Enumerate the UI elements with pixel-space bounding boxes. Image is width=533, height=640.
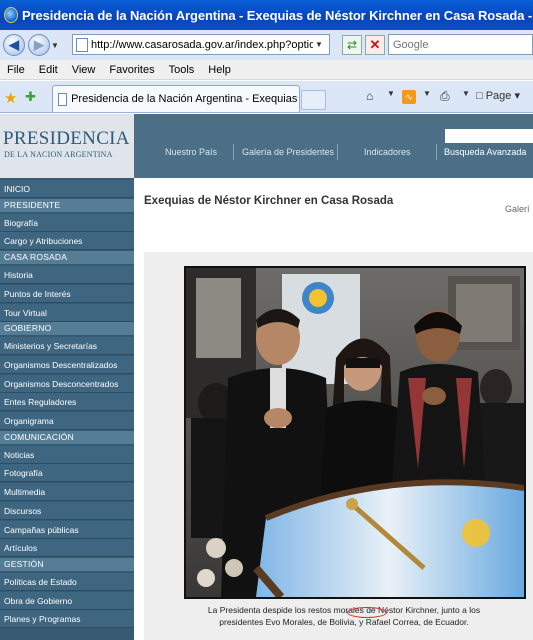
tab-title: Presidencia de la Nación Argentina - Exe… [71, 93, 299, 105]
logo-title: PRESIDENCIA [3, 128, 130, 149]
site-header: PRESIDENCIA DE LA NACION ARGENTINA Nuest… [0, 114, 533, 178]
logo-subtitle: DE LA NACION ARGENTINA [4, 150, 113, 159]
nav-divider [436, 144, 437, 160]
tab-page-icon [58, 92, 68, 106]
sidebar-item-politicas-de-estado[interactable]: Políticas de Estado [0, 572, 134, 591]
feeds-icon[interactable]: ∿ [402, 90, 416, 104]
menu-tools[interactable]: Tools [162, 64, 202, 76]
sidebar-item-organismos-descentralizados[interactable]: Organismos Descentralizados [0, 355, 134, 374]
tab-active[interactable]: Presidencia de la Nación Argentina - Exe… [52, 85, 300, 112]
photo-panel: La Presidenta despide los restos morales… [144, 252, 533, 640]
nav-indicadores[interactable]: Indicadores [364, 147, 411, 157]
back-button[interactable]: ◀ [3, 34, 25, 56]
nav-nuestro-pais[interactable]: Nuestro País [165, 147, 217, 157]
menu-bar: File Edit View Favorites Tools Help [0, 60, 533, 80]
home-dropdown-icon[interactable]: ▼ [387, 89, 395, 98]
sidebar-item-ministerios-y-secretarias[interactable]: Ministerios y Secretarías [0, 337, 134, 356]
photo-caption: La Presidenta despide los restos morales… [164, 604, 524, 628]
sidebar-item-cargo-y-atribuciones[interactable]: Cargo y Atribuciones [0, 232, 134, 251]
sidebar-section-presidente: PRESIDENTE [0, 198, 134, 212]
funeral-photo[interactable] [184, 266, 526, 599]
sidebar-item-discursos[interactable]: Discursos [0, 501, 134, 520]
main-content: Exequias de Néstor Kirchner en Casa Rosa… [134, 178, 533, 640]
sidebar-item-multimedia[interactable]: Multimedia [0, 483, 134, 502]
sidebar-item-entes-reguladores[interactable]: Entes Reguladores [0, 393, 134, 412]
url-text[interactable]: http://www.casarosada.gov.ar/index.php?o… [91, 39, 313, 51]
sidebar-section-gestion: GESTIÓN [0, 557, 134, 571]
address-toolbar: ◀ ▶ ▼ http://www.casarosada.gov.ar/index… [0, 30, 533, 60]
nav-divider [233, 144, 234, 160]
nav-busqueda-avanzada[interactable]: Busqueda Avanzada [444, 147, 526, 157]
sidebar-item-historia[interactable]: Historia [0, 266, 134, 285]
sidebar-item-inicio[interactable]: INICIO [0, 180, 134, 198]
menu-edit[interactable]: Edit [32, 64, 65, 76]
caption-line-1: La Presidenta despide los restos morales… [207, 605, 481, 615]
sidebar-item-fotografia[interactable]: Fotografía [0, 464, 134, 483]
forward-button[interactable]: ▶ [28, 34, 50, 56]
tab-bar: ★ ✚ Presidencia de la Nación Argentina -… [0, 81, 533, 113]
sidebar-item-tour-virtual[interactable]: Tour Virtual [0, 303, 134, 322]
search-input[interactable] [389, 35, 532, 54]
address-bar[interactable]: http://www.casarosada.gov.ar/index.php?o… [72, 34, 330, 55]
internet-explorer-icon [4, 7, 18, 23]
page-menu-label: Page [485, 90, 512, 102]
sidebar-item-biografia[interactable]: Biografía [0, 213, 134, 232]
home-icon[interactable]: ⌂ [366, 89, 373, 103]
site-logo[interactable]: PRESIDENCIA DE LA NACION ARGENTINA [0, 114, 134, 178]
funeral-photo-illustration [186, 268, 524, 597]
menu-file[interactable]: File [0, 64, 32, 76]
sidebar-item-puntos-de-interes[interactable]: Puntos de Interés [0, 284, 134, 303]
nav-divider [337, 144, 338, 160]
caption-line-2: presidentes Evo Morales, de Bolivia, y R… [219, 617, 469, 627]
sidebar-item-articulos[interactable]: Artículos [0, 539, 134, 558]
sidebar-item-campanas-publicas[interactable]: Campañas públicas [0, 520, 134, 539]
sidebar-item-planes-y-programas[interactable]: Planes y Programas [0, 610, 134, 629]
sidebar-item-organigrama[interactable]: Organigrama [0, 412, 134, 430]
add-favorites-icon[interactable]: ✚ [25, 89, 36, 105]
print-icon[interactable]: ⎙ [440, 89, 450, 104]
highlight-annotation [347, 607, 387, 618]
menu-view[interactable]: View [65, 64, 103, 76]
sidebar-section-gobierno: GOBIERNO [0, 322, 134, 336]
feeds-dropdown-icon[interactable]: ▼ [423, 89, 431, 98]
favorites-star-icon[interactable]: ★ [4, 89, 17, 107]
sidebar-item-organismos-desconcentrados[interactable]: Organismos Desconcentrados [0, 374, 134, 393]
nav-galeria-presidentes[interactable]: Galería de Presidentes [242, 147, 334, 157]
window-titlebar: Presidencia de la Nación Argentina - Exe… [0, 0, 533, 30]
sidebar-item-obra-de-gobierno[interactable]: Obra de Gobierno [0, 591, 134, 610]
menu-favorites[interactable]: Favorites [102, 64, 161, 76]
print-dropdown-icon[interactable]: ▼ [462, 89, 470, 98]
sidebar-item-noticias[interactable]: Noticias [0, 445, 134, 464]
sidebar-section-casa-rosada: CASA ROSADA [0, 251, 134, 265]
history-dropdown-icon[interactable]: ▼ [50, 34, 60, 56]
article-title: Exequias de Néstor Kirchner en Casa Rosa… [144, 195, 394, 207]
page-menu-button[interactable]: □ Page ▾ [476, 89, 520, 102]
menu-help[interactable]: Help [201, 64, 238, 76]
page-icon [76, 37, 88, 52]
sidebar-section-comunicacion: COMUNICACIÓN [0, 430, 134, 444]
sidebar-menu: INICIO PRESIDENTE Biografía Cargo y Atribuc… [0, 178, 134, 640]
refresh-icon[interactable]: ⇄ [342, 35, 362, 55]
window-title: Presidencia de la Nación Argentina - Exe… [21, 7, 533, 23]
search-box[interactable] [388, 34, 533, 55]
new-tab-button[interactable] [301, 90, 326, 110]
address-dropdown-icon[interactable]: ▼ [313, 40, 325, 49]
gallery-link[interactable]: Galerí [505, 204, 530, 214]
stop-icon[interactable]: ✕ [365, 35, 385, 55]
site-search-input[interactable] [445, 129, 533, 143]
